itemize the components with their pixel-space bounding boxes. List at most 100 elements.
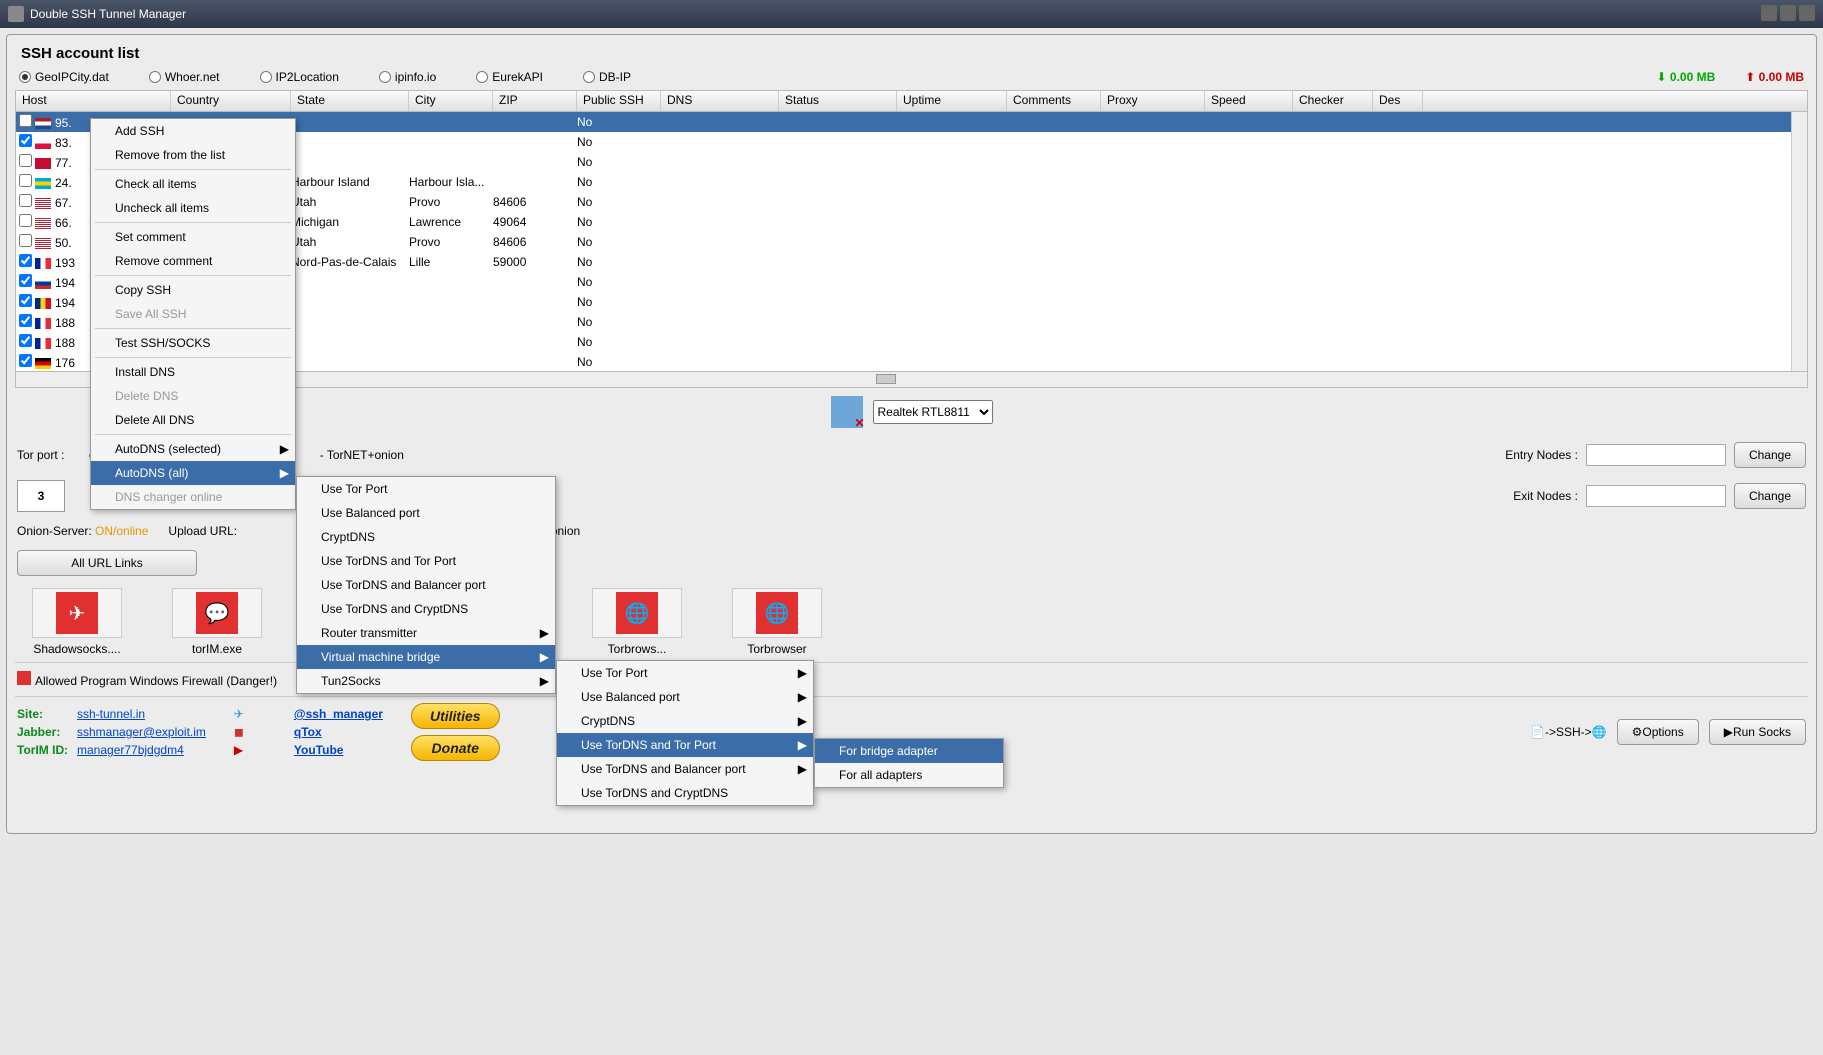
menu-item[interactable]: CryptDNS xyxy=(297,525,555,549)
menu-item[interactable]: Use TorDNS and Tor Port▶ xyxy=(557,733,813,757)
context-menu-main[interactable]: Add SSHRemove from the list Check all ite… xyxy=(90,118,296,510)
row-checkbox[interactable] xyxy=(19,334,32,347)
menu-item[interactable]: Router transmitter▶ xyxy=(297,621,555,645)
menu-item: DNS changer online xyxy=(91,485,295,509)
scrollbar-vertical[interactable] xyxy=(1791,112,1807,371)
geoip-radios: GeoIPCity.dat Whoer.net IP2Location ipinfo.… xyxy=(15,64,1808,90)
launcher-torbrowser[interactable]: 🌐Torbrowser xyxy=(717,588,837,656)
menu-item[interactable]: Use TorDNS and CryptDNS xyxy=(557,781,813,805)
minimize-icon[interactable] xyxy=(1761,5,1777,21)
entry-change-button[interactable]: Change xyxy=(1734,442,1806,468)
row-checkbox[interactable] xyxy=(19,194,32,207)
utilities-button[interactable]: Utilities xyxy=(411,703,500,729)
menu-item[interactable]: For bridge adapter xyxy=(815,739,1003,763)
launcher-shadowsocks[interactable]: ✈Shadowsocks.... xyxy=(17,588,137,656)
exit-change-button[interactable]: Change xyxy=(1734,483,1806,509)
menu-item[interactable]: Test SSH/SOCKS xyxy=(91,331,295,355)
window-controls[interactable] xyxy=(1758,5,1815,24)
menu-item[interactable]: Add SSH xyxy=(91,119,295,143)
row-checkbox[interactable] xyxy=(19,174,32,187)
tor-port-spin[interactable]: 3 xyxy=(17,480,65,512)
context-menu-autodns[interactable]: Use Tor PortUse Balanced portCryptDNSUse… xyxy=(296,476,556,694)
menu-item[interactable]: Use Tor Port xyxy=(297,477,555,501)
upload-mb: ⬆ 0.00 MB xyxy=(1745,70,1804,84)
groupbox-title: SSH account list xyxy=(15,43,1808,64)
radio-eurekapi[interactable]: EurekAPI xyxy=(476,70,543,84)
col-checker[interactable]: Checker xyxy=(1293,91,1373,111)
col-uptime[interactable]: Uptime xyxy=(897,91,1007,111)
col-country[interactable]: Country xyxy=(171,91,291,111)
row-checkbox[interactable] xyxy=(19,274,32,287)
row-checkbox[interactable] xyxy=(19,154,32,167)
context-menu-adapter[interactable]: For bridge adapterFor all adapters xyxy=(814,738,1004,788)
col-dns[interactable]: DNS xyxy=(661,91,779,111)
menu-item[interactable]: Use TorDNS and Balancer port▶ xyxy=(557,757,813,781)
radio-iplocation[interactable]: IP2Location xyxy=(260,70,339,84)
col-speed[interactable]: Speed xyxy=(1205,91,1293,111)
menu-item[interactable]: CryptDNS▶ xyxy=(557,709,813,733)
menu-item[interactable]: Remove comment xyxy=(91,249,295,273)
close-icon[interactable] xyxy=(1799,5,1815,21)
col-zip[interactable]: ZIP xyxy=(493,91,577,111)
menu-item[interactable]: Use TorDNS and Balancer port xyxy=(297,573,555,597)
menu-item[interactable]: Remove from the list xyxy=(91,143,295,167)
social-link[interactable]: YouTube xyxy=(294,743,383,757)
flag-icon xyxy=(35,338,51,349)
radio-ipinfoio[interactable]: ipinfo.io xyxy=(379,70,436,84)
launcher-torimexe[interactable]: 💬torIM.exe xyxy=(157,588,277,656)
col-des[interactable]: Des xyxy=(1373,91,1423,111)
menu-item[interactable]: Delete All DNS xyxy=(91,408,295,432)
col-proxy[interactable]: Proxy xyxy=(1101,91,1205,111)
tornet-onion-label: - TorNET+onion xyxy=(320,448,404,462)
menu-item[interactable]: Use Balanced port xyxy=(297,501,555,525)
menu-item[interactable]: Use TorDNS and CryptDNS xyxy=(297,597,555,621)
col-comments[interactable]: Comments xyxy=(1007,91,1101,111)
menu-item[interactable]: Use Balanced port▶ xyxy=(557,685,813,709)
all-url-links-button[interactable]: All URL Links xyxy=(17,550,197,576)
menu-item[interactable]: AutoDNS (all)▶ xyxy=(91,461,295,485)
jabber-link[interactable]: sshmanager@exploit.im xyxy=(77,725,206,739)
exit-nodes-input[interactable] xyxy=(1586,485,1726,507)
row-checkbox[interactable] xyxy=(19,114,32,127)
col-host[interactable]: Host xyxy=(16,91,171,111)
radio-dbip[interactable]: DB-IP xyxy=(583,70,631,84)
row-checkbox[interactable] xyxy=(19,354,32,367)
row-checkbox[interactable] xyxy=(19,314,32,327)
menu-item[interactable]: Tun2Socks▶ xyxy=(297,669,555,693)
row-checkbox[interactable] xyxy=(19,234,32,247)
row-checkbox[interactable] xyxy=(19,254,32,267)
col-status[interactable]: Status xyxy=(779,91,897,111)
entry-nodes-input[interactable] xyxy=(1586,444,1726,466)
row-checkbox[interactable] xyxy=(19,214,32,227)
menu-item[interactable]: Check all items xyxy=(91,172,295,196)
flag-icon xyxy=(35,318,51,329)
donate-button[interactable]: Donate xyxy=(411,735,500,761)
flag-icon xyxy=(35,178,51,189)
col-city[interactable]: City xyxy=(409,91,493,111)
col-state[interactable]: State xyxy=(291,91,409,111)
maximize-icon[interactable] xyxy=(1780,5,1796,21)
menu-item[interactable]: For all adapters xyxy=(815,763,1003,787)
radio-geoipcitydat[interactable]: GeoIPCity.dat xyxy=(19,70,109,84)
launcher-torbrows[interactable]: 🌐Torbrows... xyxy=(577,588,697,656)
menu-item[interactable]: Use TorDNS and Tor Port xyxy=(297,549,555,573)
torim-link[interactable]: manager77bjdgdm4 xyxy=(77,743,206,757)
menu-item[interactable]: Copy SSH xyxy=(91,278,295,302)
social-link[interactable]: @ssh_manager xyxy=(294,707,383,721)
row-checkbox[interactable] xyxy=(19,134,32,147)
radio-whoernet[interactable]: Whoer.net xyxy=(149,70,220,84)
nic-select[interactable]: Realtek RTL8811 xyxy=(873,400,993,424)
run-socks-button[interactable]: ▶ Run Socks xyxy=(1709,719,1806,745)
menu-item[interactable]: Set comment xyxy=(91,225,295,249)
menu-item[interactable]: Use Tor Port▶ xyxy=(557,661,813,685)
site-link[interactable]: ssh-tunnel.in xyxy=(77,707,206,721)
menu-item[interactable]: Install DNS xyxy=(91,360,295,384)
row-checkbox[interactable] xyxy=(19,294,32,307)
col-public-ssh[interactable]: Public SSH xyxy=(577,91,661,111)
menu-item[interactable]: Virtual machine bridge▶ xyxy=(297,645,555,669)
menu-item[interactable]: Uncheck all items xyxy=(91,196,295,220)
context-menu-vmbridge[interactable]: Use Tor Port▶Use Balanced port▶CryptDNS▶… xyxy=(556,660,814,806)
menu-item[interactable]: AutoDNS (selected)▶ xyxy=(91,437,295,461)
options-button[interactable]: ⚙ Options xyxy=(1617,719,1699,745)
social-link[interactable]: qTox xyxy=(294,725,383,739)
